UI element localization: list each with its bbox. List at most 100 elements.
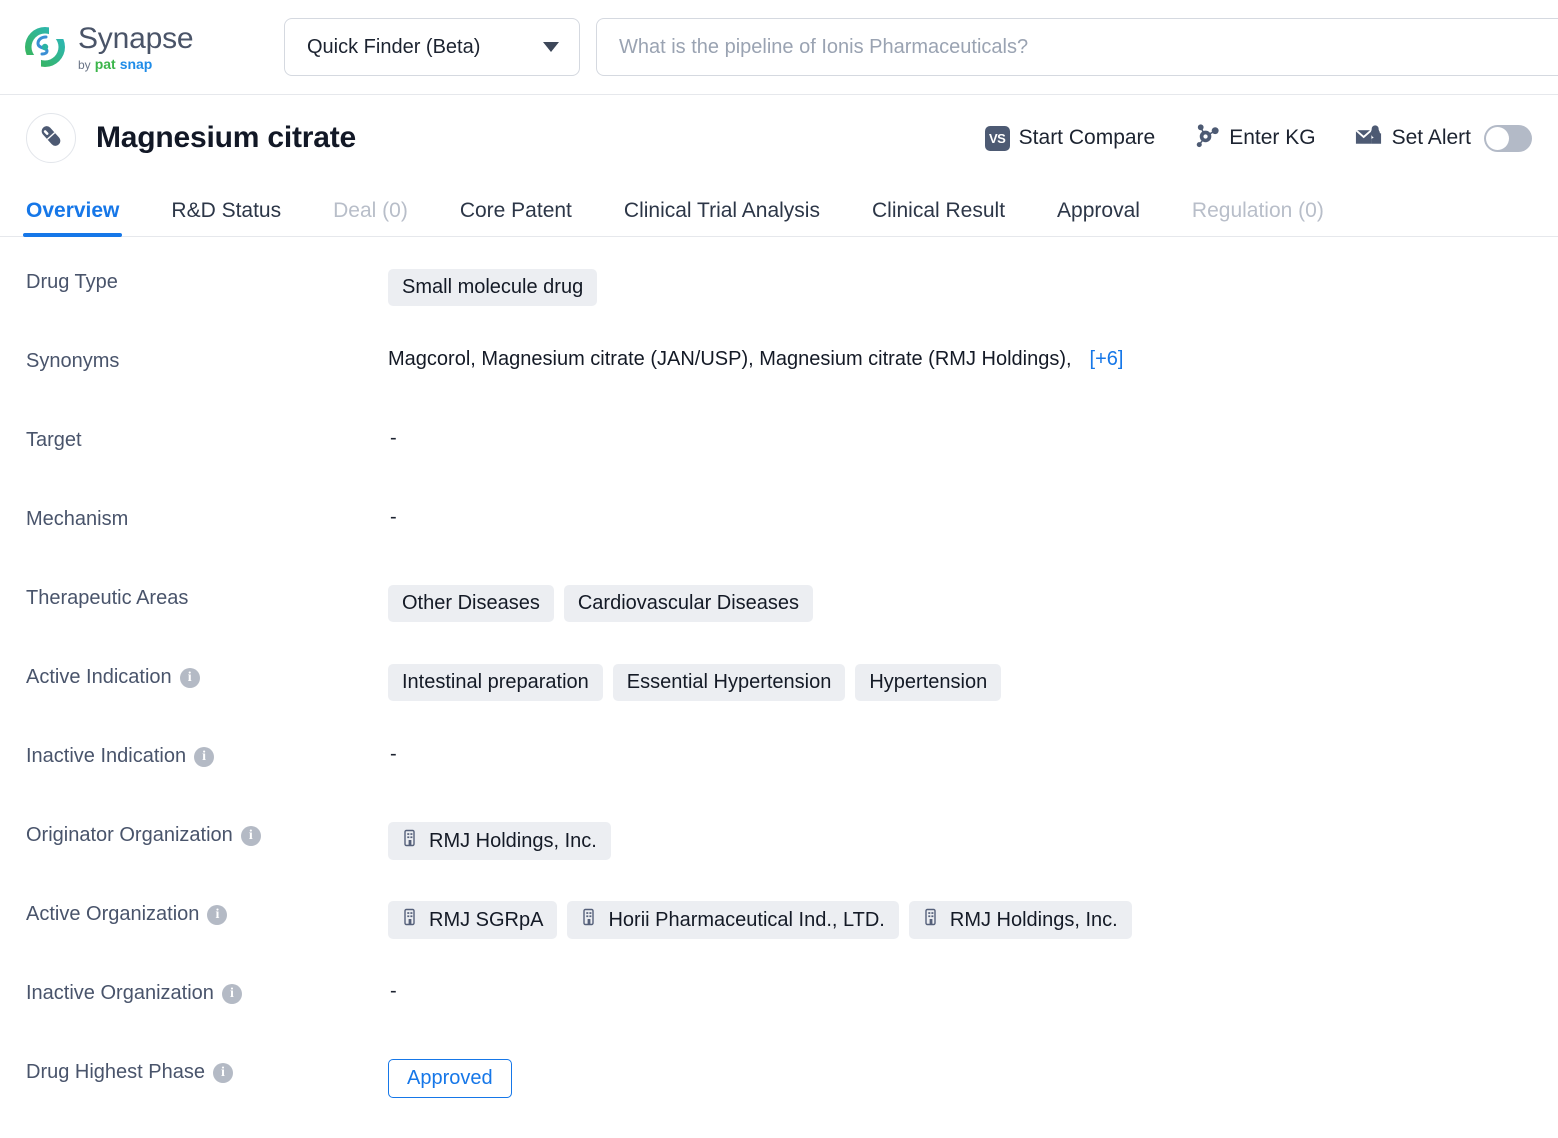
chip-drug-type[interactable]: Small molecule drug xyxy=(388,269,598,306)
inactive-organization-label: Inactive Organization xyxy=(26,982,214,1004)
info-icon[interactable]: i xyxy=(240,825,261,846)
synonyms-text: Magcorol, Magnesium citrate (JAN/USP), M… xyxy=(388,348,1072,370)
field-value-mechanism: - xyxy=(388,506,1532,529)
quick-finder-dropdown[interactable]: Quick Finder (Beta) xyxy=(284,18,580,76)
chip-therapeutic-area[interactable]: Cardiovascular Diseases xyxy=(563,585,814,622)
inactive-indication-label: Inactive Indication xyxy=(26,745,187,767)
knowledge-graph-icon xyxy=(1193,122,1220,154)
set-alert-toggle[interactable] xyxy=(1484,124,1532,152)
info-icon[interactable]: i xyxy=(221,983,242,1004)
chip-therapeutic-area[interactable]: Other Diseases xyxy=(388,585,554,622)
field-value-therapeutic-areas: Other Diseases Cardiovascular Diseases xyxy=(388,585,1532,622)
building-icon xyxy=(402,908,420,932)
field-row-drug-highest-phase: Drug Highest Phase i Approved xyxy=(26,1059,1532,1138)
chip-organization[interactable]: RMJ Holdings, Inc. xyxy=(388,822,611,860)
field-row-inactive-organization: Inactive Organization i - xyxy=(26,980,1532,1059)
active-organization-label: Active Organization xyxy=(26,903,200,925)
field-value-synonyms: Magcorol, Magnesium citrate (JAN/USP), M… xyxy=(388,348,1532,371)
organization-name: RMJ SGRpA xyxy=(429,908,544,931)
tab-bar: Overview R&D Status Deal (0) Core Patent… xyxy=(0,181,1558,237)
search-input[interactable] xyxy=(619,35,1536,59)
tab-rd-status[interactable]: R&D Status xyxy=(171,199,281,236)
organization-name: Horii Pharmaceutical Ind., LTD. xyxy=(608,908,885,931)
search-box[interactable] xyxy=(596,18,1558,76)
vs-icon: VS xyxy=(984,125,1010,151)
target-label: Target xyxy=(26,429,82,451)
field-row-active-indication: Active Indication i Intestinal preparati… xyxy=(26,664,1532,743)
tab-regulation[interactable]: Regulation (0) xyxy=(1192,199,1324,236)
drug-type-label: Drug Type xyxy=(26,271,118,293)
building-icon xyxy=(402,829,420,853)
enter-kg-button[interactable]: Enter KG xyxy=(1193,122,1316,154)
organization-name: RMJ Holdings, Inc. xyxy=(429,829,597,852)
building-icon xyxy=(581,908,599,932)
logo-snap-text: snap xyxy=(119,55,153,72)
field-label-drug-highest-phase: Drug Highest Phase i xyxy=(26,1059,388,1084)
start-compare-button[interactable]: VS Start Compare xyxy=(984,125,1156,151)
synapse-logo-icon xyxy=(22,24,68,70)
field-label-originator-organization: Originator Organization i xyxy=(26,822,388,847)
mechanism-label: Mechanism xyxy=(26,508,129,530)
synonyms-more-link[interactable]: [+6] xyxy=(1090,348,1124,371)
info-icon[interactable]: i xyxy=(194,746,215,767)
info-icon[interactable]: i xyxy=(207,904,228,925)
inactive-organization-value: - xyxy=(390,980,397,1002)
alert-envelope-icon xyxy=(1354,123,1383,154)
field-row-drug-type: Drug Type Small molecule drug xyxy=(26,269,1532,348)
field-value-active-indication: Intestinal preparation Essential Hyperte… xyxy=(388,664,1532,701)
organization-name: RMJ Holdings, Inc. xyxy=(949,908,1118,931)
tab-clinical-result[interactable]: Clinical Result xyxy=(872,199,1005,236)
top-bar: Synapse by pat snap Quick Finder (Beta) xyxy=(0,0,1558,95)
chip-active-indication[interactable]: Intestinal preparation xyxy=(388,664,603,701)
mechanism-value: - xyxy=(390,506,397,528)
field-row-inactive-indication: Inactive Indication i - xyxy=(26,743,1532,822)
originator-organization-label: Originator Organization xyxy=(26,824,233,846)
info-icon[interactable]: i xyxy=(179,667,200,688)
overview-fields: Drug Type Small molecule drug Synonyms M… xyxy=(0,237,1558,1138)
tab-clinical-trial-analysis[interactable]: Clinical Trial Analysis xyxy=(624,199,820,236)
info-icon[interactable]: i xyxy=(212,1062,233,1083)
field-row-target: Target - xyxy=(26,427,1532,506)
target-value: - xyxy=(390,427,397,449)
field-row-synonyms: Synonyms Magcorol, Magnesium citrate (JA… xyxy=(26,348,1532,427)
field-value-drug-type: Small molecule drug xyxy=(388,269,1532,306)
logo-by-text: by xyxy=(78,57,91,72)
field-label-synonyms: Synonyms xyxy=(26,348,388,373)
logo-wordmark: Synapse xyxy=(78,21,194,55)
drug-header: Magnesium citrate VS Start Compare Enter… xyxy=(0,95,1558,181)
logo-pat-text: pat xyxy=(94,55,116,72)
set-alert-button[interactable]: Set Alert xyxy=(1354,123,1532,154)
field-row-therapeutic-areas: Therapeutic Areas Other Diseases Cardiov… xyxy=(26,585,1532,664)
field-row-mechanism: Mechanism - xyxy=(26,506,1532,585)
set-alert-label: Set Alert xyxy=(1391,126,1471,149)
inactive-indication-value: - xyxy=(390,743,397,765)
field-label-active-organization: Active Organization i xyxy=(26,901,388,926)
app-logo[interactable]: Synapse by pat snap xyxy=(22,21,284,72)
field-value-drug-highest-phase: Approved xyxy=(388,1059,1532,1098)
drug-highest-phase-label: Drug Highest Phase xyxy=(26,1061,205,1083)
field-label-target: Target xyxy=(26,427,388,452)
status-badge[interactable]: Approved xyxy=(388,1059,512,1098)
chip-active-indication[interactable]: Essential Hypertension xyxy=(612,664,846,701)
tab-approval[interactable]: Approval xyxy=(1057,199,1140,236)
field-value-originator-organization: RMJ Holdings, Inc. xyxy=(388,822,1532,860)
field-label-active-indication: Active Indication i xyxy=(26,664,388,689)
field-value-inactive-organization: - xyxy=(388,980,1532,1003)
drug-avatar xyxy=(26,113,76,163)
tab-overview[interactable]: Overview xyxy=(22,199,123,237)
chip-organization[interactable]: RMJ SGRpA xyxy=(388,901,558,939)
tab-core-patent[interactable]: Core Patent xyxy=(460,199,572,236)
therapeutic-areas-label: Therapeutic Areas xyxy=(26,587,189,609)
start-compare-label: Start Compare xyxy=(1018,126,1156,149)
field-value-target: - xyxy=(388,427,1532,450)
chip-organization[interactable]: Horii Pharmaceutical Ind., LTD. xyxy=(567,901,899,939)
page-title: Magnesium citrate xyxy=(96,121,357,154)
header-actions: VS Start Compare Enter KG Set Alert xyxy=(984,122,1532,154)
tab-deal[interactable]: Deal (0) xyxy=(333,199,408,236)
quick-finder-label: Quick Finder (Beta) xyxy=(307,35,481,58)
building-icon xyxy=(923,908,941,932)
chip-organization[interactable]: RMJ Holdings, Inc. xyxy=(908,901,1132,939)
pill-icon xyxy=(38,123,64,154)
field-value-active-organization: RMJ SGRpA Horii Pharmaceutical Ind., LTD… xyxy=(388,901,1532,939)
chip-active-indication[interactable]: Hypertension xyxy=(855,664,1002,701)
